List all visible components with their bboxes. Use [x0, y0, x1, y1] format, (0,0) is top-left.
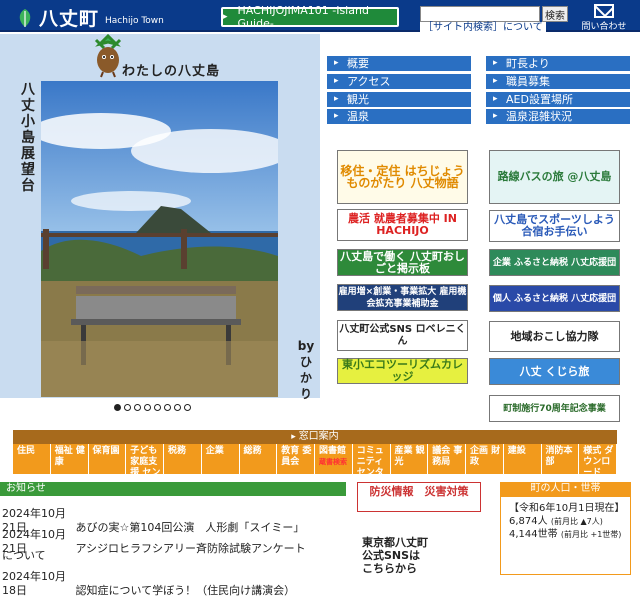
search-help-link[interactable]: ［サイト内検索］について [420, 22, 546, 33]
tab-department[interactable]: 建設 [503, 444, 542, 474]
slide-dot[interactable] [164, 404, 171, 411]
arrow-right-icon: ▸ [223, 12, 228, 22]
envelope-icon [594, 4, 614, 18]
news-title[interactable]: 認知症について学ぼう！（住民向け講演会） [76, 584, 296, 597]
slide-dot[interactable] [154, 404, 161, 411]
banner-subsidy[interactable]: 雇用増×創業・事業拡大 雇用機会拡充事業補助金 [337, 284, 468, 311]
tab-department[interactable]: 教育 委員会 [277, 444, 315, 474]
island-guide-label: HACHIJOJIMA101 -Island Guide- [237, 4, 369, 30]
tab-department[interactable]: 住民 [13, 444, 51, 474]
tab-department[interactable]: 子ども 家庭支援 センター [126, 444, 164, 489]
tab-department[interactable]: 様式 ダウンロード [579, 444, 617, 478]
logo-text: 八丈町 [39, 8, 100, 30]
hero-photo[interactable] [41, 81, 278, 397]
banner-sns[interactable]: 八丈町公式SNS ロベレニくん [337, 320, 468, 351]
menu-access[interactable]: アクセス [327, 74, 471, 89]
slide-indicator [114, 404, 191, 411]
population-box: 【令和6年10月1日現在】 6,874人 (前月比 ▲7人) 4,144世帯 (… [500, 496, 631, 575]
news-date: 2024年10月18日 [2, 570, 66, 597]
news-item[interactable]: 2024年10月18日 認知症について学ぼう！（住民向け講演会） [2, 570, 295, 598]
top-bar: 八丈町 Hachijo Town ▸ HACHIJOJIMA101 -Islan… [0, 0, 640, 33]
tab-department[interactable]: 福祉 健康 [50, 444, 89, 474]
banner-whale[interactable]: 八丈 くじら旅 [489, 358, 620, 385]
search-input[interactable] [420, 6, 540, 22]
banner-furusato-personal[interactable]: 個人 ふるさと納税 八丈応援団 [489, 285, 620, 312]
menu-sightseeing[interactable]: 観光 [327, 92, 471, 107]
island-guide-button[interactable]: ▸ HACHIJOJIMA101 -Island Guide- [221, 4, 399, 30]
tab-department[interactable]: 保育園 [88, 444, 127, 474]
contact-link[interactable]: 問い合わせ [578, 4, 630, 32]
slide-dot[interactable] [184, 404, 191, 411]
population-households-note: (前月比 +1世帯) [560, 530, 622, 539]
tab-department[interactable]: 議会 事務局 [428, 444, 466, 474]
site-logo[interactable]: 八丈町 Hachijo Town [14, 4, 164, 31]
tab-department[interactable]: 産業 観光 [390, 444, 429, 474]
menu-recruit[interactable]: 職員募集 [486, 74, 630, 89]
tab-department[interactable]: コミュニティ センター [352, 444, 391, 489]
population-households: 4,144世帯 [509, 529, 558, 540]
news-title[interactable]: について [2, 549, 46, 562]
slide-dot[interactable] [134, 404, 141, 411]
menu-aed[interactable]: AED設置場所 [486, 92, 630, 107]
slide-dot[interactable] [174, 404, 181, 411]
hero-vertical-title: 八丈小島展望台 [21, 82, 35, 194]
menu-onsen[interactable]: 温泉 [327, 109, 471, 124]
news-item[interactable]: 2024年10月21日 アシジロヒラフシアリー斉防除試験アンケート [2, 528, 306, 556]
slide-dot[interactable] [114, 404, 121, 411]
banner-chiiki[interactable]: 地域おこし協力隊 [489, 321, 620, 352]
tab-library[interactable]: 図書館 蔵書検索 [315, 444, 353, 474]
slide-dot[interactable] [144, 404, 151, 411]
banner-70th[interactable]: 町制施行70周年記念事業 [489, 395, 620, 422]
population-date: 【令和6年10月1日現在】 [509, 503, 625, 514]
banner-ecotourism[interactable]: 東小エコツーリズムカレッジ [337, 358, 468, 384]
search-button[interactable]: 検索 [542, 6, 568, 22]
banner-iju[interactable]: 移住・定住 はちじょうものがたり 八丈物語 [337, 150, 468, 204]
madoguchi-heading: 窓口案内 [13, 430, 617, 444]
library-search-link[interactable]: 蔵書検索 [319, 457, 352, 468]
population-people: 6,874人 [509, 516, 548, 527]
tab-department[interactable]: 消防本部 [541, 444, 580, 474]
population-people-note: (前月比 ▲7人) [550, 517, 603, 526]
photo-byline: by ひかり [297, 339, 315, 401]
banner-noukatsu[interactable]: 農活 就農者募集中 IN HACHIJO [337, 209, 468, 241]
banner-bus[interactable]: 路線バスの旅 @八丈島 [489, 150, 620, 204]
leaf-logo-icon [19, 8, 31, 27]
banner-work[interactable]: 八丈島で働く 八丈町おしごと掲示板 [337, 249, 468, 276]
population-heading: 町の人口・世帯 [500, 482, 631, 496]
tab-department[interactable]: 企画 財政 [466, 444, 504, 474]
slide-dot[interactable] [124, 404, 131, 411]
tab-department[interactable]: 税務 [164, 444, 202, 474]
bousai-link[interactable]: 防災情報 災害対策 [357, 482, 481, 512]
menu-overview[interactable]: 概要 [327, 56, 471, 71]
hero-title: わたしの八丈島 [122, 64, 221, 79]
sns-link[interactable]: 東京都八丈町 公式SNSは こちらから [362, 536, 432, 575]
tab-department[interactable]: 企業 [201, 444, 240, 474]
logo-subtitle: Hachijo Town [105, 15, 164, 26]
banner-furusato-company[interactable]: 企業 ふるさと納税 八丈応援団 [489, 249, 620, 276]
news-title[interactable]: アシジロヒラフシアリー斉防除試験アンケート [76, 542, 306, 555]
news-heading: お知らせ [0, 482, 346, 496]
menu-onsen-crowd[interactable]: 温泉混雑状況 [486, 109, 630, 124]
menu-mayor[interactable]: 町長より [486, 56, 630, 71]
news-item-cont[interactable]: について [2, 549, 46, 563]
department-tabs: 住民 福祉 健康 保育園 子ども 家庭支援 センター 税務 企業 総務 教育 委… [13, 444, 617, 489]
banner-sports[interactable]: 八丈島でスポーツしよう 合宿お手伝い [489, 210, 620, 242]
tab-department[interactable]: 総務 [239, 444, 278, 474]
contact-label: 問い合わせ [581, 22, 627, 32]
mascot-icon [94, 34, 122, 78]
